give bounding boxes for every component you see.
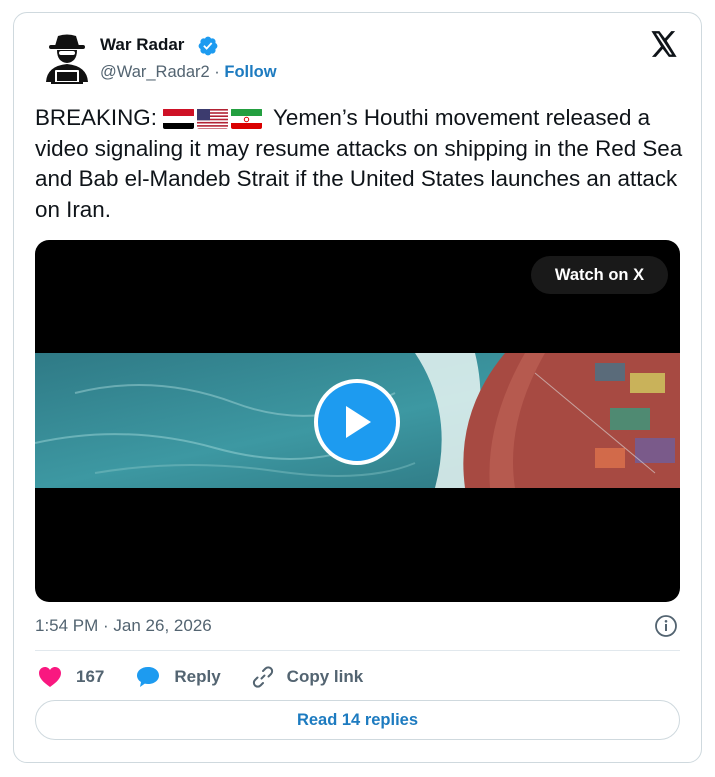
handle-row: @War_Radar2 · Follow	[100, 63, 277, 82]
reply-button[interactable]: Reply	[136, 666, 221, 688]
divider	[35, 650, 680, 651]
timestamp[interactable]: 1:54 PM · Jan 26, 2026	[35, 616, 212, 636]
author-handle[interactable]: @War_Radar2	[100, 63, 210, 81]
tweet-text: BREAKING: Yemen’s Houthi movement releas…	[35, 103, 695, 225]
iran-flag-icon	[231, 108, 263, 129]
play-icon	[346, 406, 371, 438]
watch-on-x-button[interactable]: Watch on X	[531, 256, 668, 294]
follow-button[interactable]: Follow	[224, 63, 276, 81]
verified-badge-icon	[198, 36, 218, 56]
flags	[163, 103, 265, 134]
heart-icon	[39, 667, 61, 687]
avatar[interactable]	[41, 32, 93, 84]
handle-separator: ·	[209, 63, 225, 81]
like-button[interactable]: 167	[38, 666, 104, 688]
action-bar: 167 Reply Copy link	[35, 662, 363, 692]
tweet-card: War Radar @War_Radar2 · Follow BREAKING:	[13, 12, 702, 763]
tweet-prefix: BREAKING:	[35, 105, 157, 130]
hacker-avatar-icon	[46, 34, 88, 84]
video-player[interactable]: Watch on X	[35, 240, 680, 602]
x-logo-icon[interactable]	[650, 31, 678, 57]
yemen-flag-icon	[163, 108, 195, 129]
copy-link-button[interactable]: Copy link	[251, 665, 364, 689]
play-button[interactable]	[314, 379, 400, 465]
author-name[interactable]: War Radar	[100, 35, 184, 55]
us-flag-icon	[197, 108, 229, 129]
link-icon	[252, 666, 273, 688]
copy-link-label: Copy link	[286, 667, 364, 686]
like-count: 167	[76, 667, 105, 686]
read-replies-button[interactable]: Read 14 replies	[35, 700, 680, 740]
reply-label: Reply	[174, 667, 221, 686]
info-icon[interactable]	[654, 614, 678, 638]
reply-bubble-icon	[137, 667, 160, 687]
